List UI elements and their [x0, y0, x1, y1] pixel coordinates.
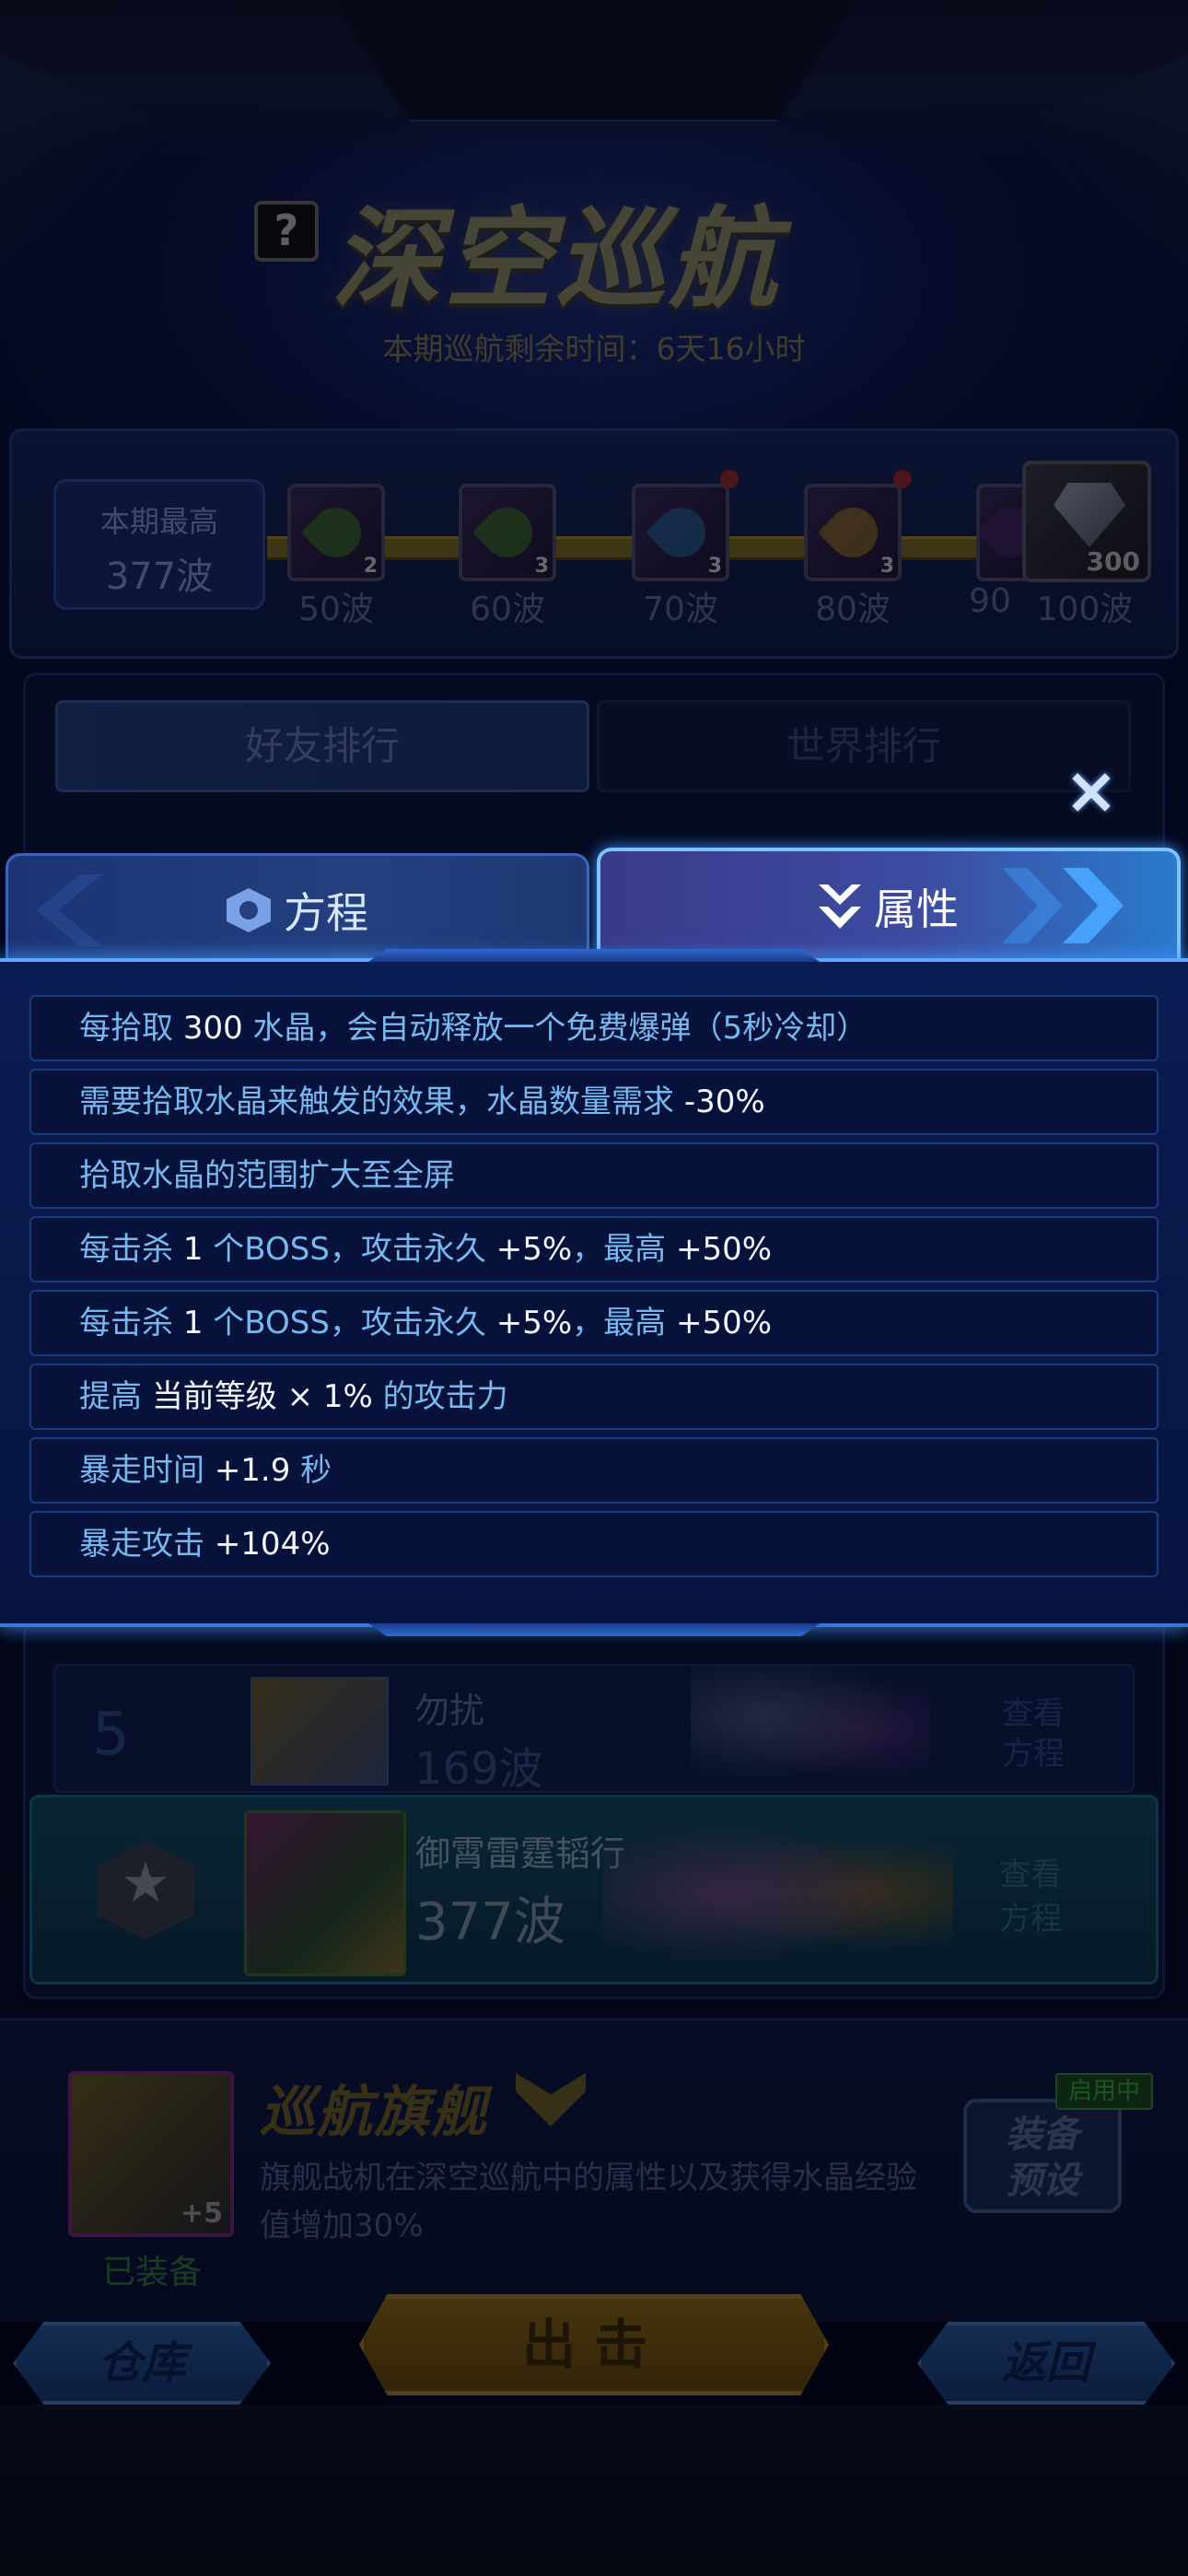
- hexagon-icon: [227, 888, 271, 932]
- attribute-text: +50%: [675, 1305, 773, 1341]
- tab-label: 方程: [284, 888, 368, 938]
- double-chevron-down-icon: [819, 884, 861, 929]
- attribute-text: 每击杀: [79, 1231, 183, 1268]
- tab-label: 属性: [874, 884, 959, 934]
- attribute-text: +5%: [495, 1305, 573, 1341]
- attribute-text: 的攻击力: [372, 1378, 508, 1415]
- tab-attributes[interactable]: 属性: [597, 848, 1181, 962]
- attribute-text: 1: [182, 1305, 204, 1341]
- attribute-text: 水晶，会自动释放一个免费爆弹（5秒冷却）: [242, 1010, 868, 1047]
- attribute-text: +1.9: [214, 1452, 291, 1489]
- attributes-panel: 每拾取 300 水晶，会自动释放一个免费爆弹（5秒冷却） 需要拾取水晶来触发的效果…: [0, 958, 1188, 1627]
- attribute-text: 当前等级 × 1%: [151, 1378, 373, 1415]
- attribute-row: 拾取水晶的范围扩大至全屏: [29, 1142, 1159, 1209]
- attribute-text: 每拾取: [79, 1010, 183, 1047]
- attribute-text: 1: [182, 1231, 204, 1268]
- attribute-text: 每击杀: [79, 1305, 183, 1341]
- attribute-text: +5%: [495, 1231, 573, 1268]
- attribute-row: 需要拾取水晶来触发的效果，水晶数量需求 -30%: [29, 1069, 1159, 1135]
- attribute-row: 暴走攻击 +104%: [29, 1511, 1159, 1577]
- attribute-row: 提高 当前等级 × 1% 的攻击力: [29, 1364, 1159, 1430]
- attribute-text: 秒: [290, 1452, 332, 1489]
- attribute-text: 暴走攻击: [79, 1526, 215, 1563]
- attribute-text: 提高: [79, 1378, 152, 1415]
- attribute-text: -30%: [683, 1083, 765, 1120]
- attribute-row: 暴走时间 +1.9 秒: [29, 1437, 1159, 1504]
- attribute-text: 个BOSS，攻击永久: [203, 1305, 496, 1341]
- attribute-text: ，最高: [572, 1231, 676, 1268]
- attribute-text: ，最高: [572, 1305, 676, 1341]
- attribute-row: 每拾取 300 水晶，会自动释放一个免费爆弹（5秒冷却）: [29, 995, 1159, 1061]
- attribute-text: 300: [182, 1010, 243, 1047]
- attribute-text: 需要拾取水晶来触发的效果，水晶数量需求: [79, 1083, 684, 1120]
- attribute-row: 每击杀 1 个BOSS，攻击永久 +5%，最高 +50%: [29, 1216, 1159, 1282]
- attribute-text: 拾取水晶的范围扩大至全屏: [79, 1157, 455, 1194]
- attribute-row: 每击杀 1 个BOSS，攻击永久 +5%，最高 +50%: [29, 1290, 1159, 1356]
- attribute-text: 个BOSS，攻击永久: [203, 1231, 496, 1268]
- attribute-text: +50%: [675, 1231, 773, 1268]
- attribute-text: +104%: [214, 1526, 331, 1563]
- tab-equation[interactable]: 方程: [6, 853, 589, 962]
- close-icon[interactable]: ×: [1059, 758, 1124, 825]
- attribute-text: 暴走时间: [79, 1452, 215, 1489]
